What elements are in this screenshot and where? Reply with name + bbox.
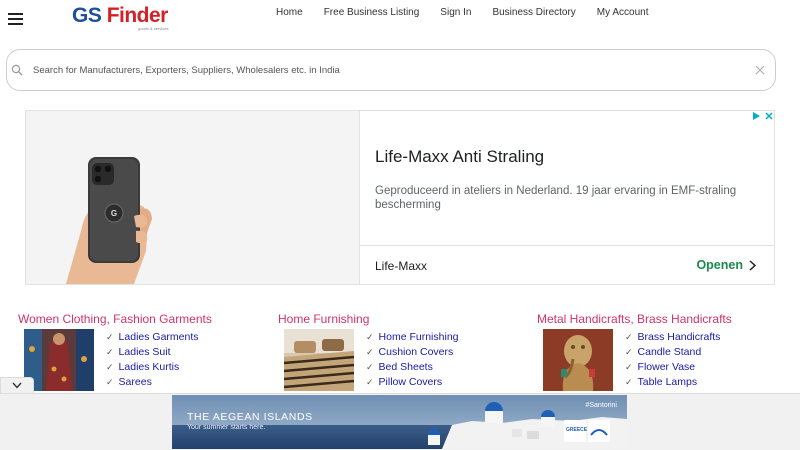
ad-brand: Life-Maxx	[375, 259, 428, 273]
check-icon: ✓	[625, 332, 633, 342]
category-links: ✓ Brass Handicrafts ✓ Candle Stand ✓ Flower…	[625, 330, 720, 390]
nav-business-directory[interactable]: Business Directory	[492, 7, 575, 18]
category-image-women-clothing[interactable]	[24, 329, 94, 391]
search-input[interactable]	[33, 60, 733, 80]
category-image-metal-handicrafts[interactable]	[543, 329, 613, 391]
category-link[interactable]: ✓ Ladies Kurtis	[106, 360, 199, 375]
check-icon: ✓	[625, 362, 633, 372]
category-links: ✓ Home Furnishing ✓ Cushion Covers ✓ Bed Sh…	[366, 330, 459, 390]
ad-open-label: Openen	[696, 258, 743, 272]
banner-title: THE AEGEAN ISLANDS	[187, 411, 313, 423]
ad-divider	[360, 245, 774, 246]
category-link-label: Bed Sheets	[378, 361, 433, 373]
category-women-clothing: Women Clothing, Fashion Garments ✓ Ladies…	[18, 312, 258, 391]
top-nav: Home Free Business Listing Sign In Busin…	[276, 7, 670, 18]
svg-text:G: G	[111, 209, 117, 218]
collapse-ad-button[interactable]	[0, 377, 34, 393]
sticky-ad-banner[interactable]: THE AEGEAN ISLANDS Your summer starts he…	[172, 395, 627, 449]
category-link[interactable]: ✓ Ladies Garments	[106, 330, 199, 345]
category-link-label: Ladies Garments	[118, 331, 199, 343]
nav-free-business-listing[interactable]: Free Business Listing	[324, 7, 420, 18]
check-icon: ✓	[366, 377, 374, 387]
check-icon: ✓	[625, 347, 633, 357]
search-icon[interactable]	[11, 64, 23, 76]
category-link[interactable]: ✓ Flower Vase	[625, 360, 720, 375]
ad-choices[interactable]	[751, 111, 774, 121]
ad-phone-image[interactable]: G	[26, 111, 360, 284]
ad-close-icon[interactable]	[764, 111, 774, 121]
search-bar	[6, 49, 776, 91]
logo-gs: GS	[72, 4, 102, 27]
clear-icon[interactable]	[755, 65, 765, 75]
category-link-label: Cushion Covers	[378, 346, 454, 358]
nav-home[interactable]: Home	[276, 7, 303, 18]
check-icon: ✓	[366, 347, 374, 357]
site-logo[interactable]: GS Finder goods & services	[72, 5, 182, 33]
nav-sign-in[interactable]: Sign In	[440, 7, 471, 18]
category-link-label: Home Furnishing	[378, 331, 459, 343]
category-image-home-furnishing[interactable]	[284, 329, 354, 391]
category-link[interactable]: ✓ Home Furnishing	[366, 330, 459, 345]
banner-hashtag: #Santorini	[585, 402, 617, 409]
check-icon: ✓	[106, 377, 114, 387]
category-links: ✓ Ladies Garments ✓ Ladies Suit ✓ Ladies Ku…	[106, 330, 199, 390]
category-link-label: Pillow Covers	[378, 376, 443, 388]
ad-description: Geproduceerd in ateliers in Nederland. 1…	[375, 185, 737, 211]
check-icon: ✓	[366, 362, 374, 372]
logo-finder: Finder	[106, 4, 169, 27]
category-link[interactable]: ✓ Pillow Covers	[366, 375, 459, 390]
check-icon: ✓	[366, 332, 374, 342]
chevron-down-icon	[12, 382, 22, 389]
logo-tagline: goods & services	[138, 26, 169, 31]
category-link-label: Table Lamps	[637, 376, 698, 388]
category-link[interactable]: ✓ Brass Handicrafts	[625, 330, 720, 345]
check-icon: ✓	[106, 347, 114, 357]
category-link-label: Flower Vase	[637, 361, 696, 373]
check-icon: ✓	[106, 362, 114, 372]
category-link-label: Ladies Kurtis	[118, 361, 180, 373]
ad-title[interactable]: Life-Maxx Anti Straling	[375, 147, 544, 167]
category-home-furnishing: Home Furnishing ✓ Home Furnishing ✓ Cushio…	[278, 312, 518, 391]
category-link[interactable]: ✓ Table Lamps	[625, 375, 720, 390]
chevron-right-icon	[749, 259, 756, 271]
check-icon: ✓	[625, 377, 633, 387]
category-title[interactable]: Women Clothing, Fashion Garments	[18, 312, 258, 326]
banner-subtitle: Your summer starts here.	[187, 424, 266, 431]
category-metal-handicrafts: Metal Handicrafts, Brass Handicrafts ✓ Br…	[537, 312, 777, 391]
category-title[interactable]: Home Furnishing	[278, 312, 518, 326]
category-link-label: Sarees	[118, 376, 152, 388]
menu-icon[interactable]	[8, 13, 23, 25]
check-icon: ✓	[106, 332, 114, 342]
category-link[interactable]: ✓ Sarees	[106, 375, 199, 390]
category-link[interactable]: ✓ Ladies Suit	[106, 345, 199, 360]
nav-my-account[interactable]: My Account	[597, 7, 649, 18]
category-link[interactable]: ✓ Candle Stand	[625, 345, 720, 360]
page: GS Finder goods & services Home Free Bus…	[0, 0, 800, 450]
ad-info-icon[interactable]	[751, 111, 761, 121]
category-link-label: Brass Handicrafts	[637, 331, 721, 343]
category-link[interactable]: ✓ Cushion Covers	[366, 345, 459, 360]
category-title[interactable]: Metal Handicrafts, Brass Handicrafts	[537, 312, 777, 326]
ad-open-button[interactable]: Openen	[696, 258, 756, 272]
ad-banner[interactable]: G Life-Maxx Anti Straling Geproduceerd i…	[25, 110, 775, 285]
category-link-label: Candle Stand	[637, 346, 702, 358]
category-link[interactable]: ✓ Bed Sheets	[366, 360, 459, 375]
banner-logo: GREECE	[566, 427, 588, 433]
category-link-label: Ladies Suit	[118, 346, 171, 358]
